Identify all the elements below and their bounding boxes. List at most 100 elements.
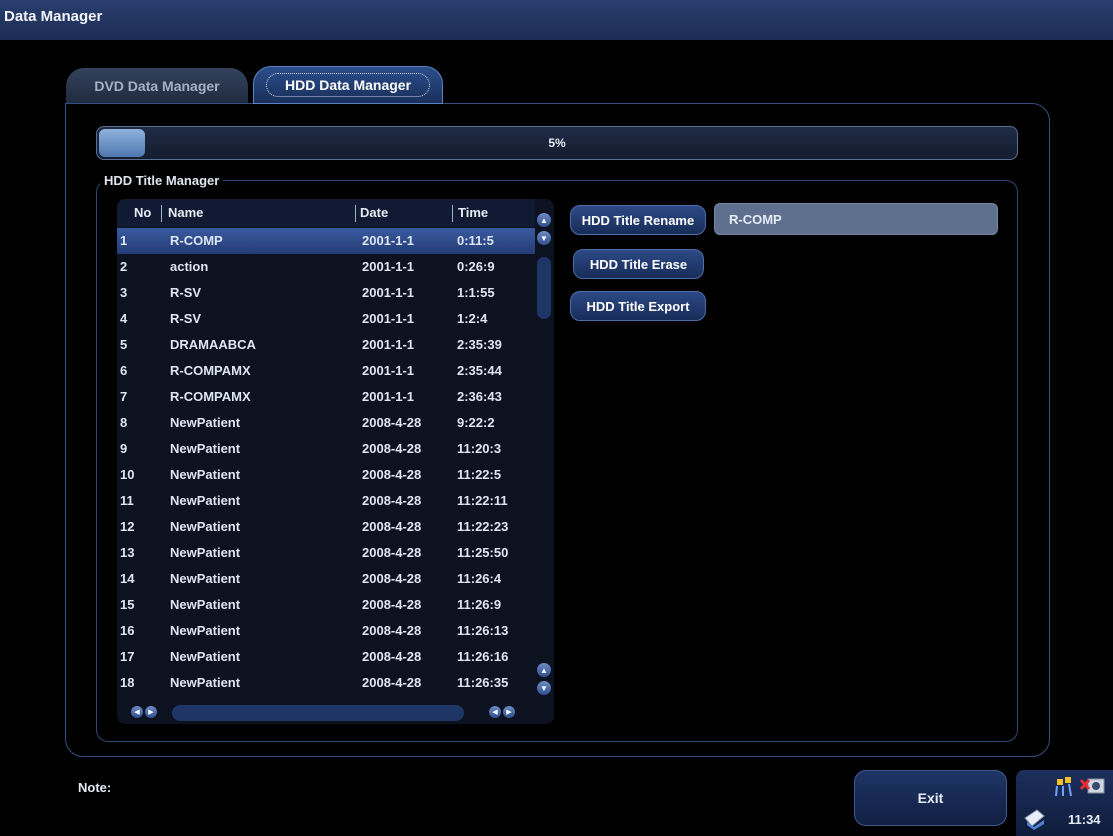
scroll-arrows[interactable]: ◀ ▶ [131,706,157,718]
column-header-date[interactable]: Date [360,205,388,220]
tab-label: DVD Data Manager [94,78,220,94]
scroll-up-icon[interactable]: ▲ [537,663,551,677]
title-table: No Name Date Time 1 R-COMP 2001-1-1 0:11:5 2… [117,199,554,724]
scroll-up-icon[interactable]: ▲ [537,213,551,227]
row-name: R-SV [170,311,202,326]
row-name: NewPatient [170,519,241,534]
row-time: 1:1:55 [457,285,495,300]
table-row[interactable]: 11 NewPatient 2008-4-28 11:22:11 [117,488,535,514]
table-row[interactable]: 6 R-COMPAMX 2001-1-1 2:35:44 [117,358,535,384]
row-name: R-SV [170,285,202,300]
scroll-thumb[interactable] [537,257,551,319]
scroll-right-icon[interactable]: ▶ [503,706,515,718]
table-row[interactable]: 4 R-SV 2001-1-1 1:2:4 [117,306,535,332]
row-time: 11:22:11 [457,493,508,508]
row-number: 6 [120,363,128,378]
network-icon[interactable] [1054,776,1078,798]
table-row[interactable]: 15 NewPatient 2008-4-28 11:26:9 [117,592,535,618]
printer-icon[interactable] [1022,806,1046,830]
column-header-no[interactable]: No [134,205,151,220]
row-name: NewPatient [170,649,241,664]
table-row[interactable]: 17 NewPatient 2008-4-28 11:26:16 [117,644,535,670]
row-date: 2008-4-28 [362,545,422,560]
table-row[interactable]: 8 NewPatient 2008-4-28 9:22:2 [117,410,535,436]
column-divider[interactable] [452,205,453,222]
row-number: 2 [120,259,128,274]
row-time: 0:11:5 [457,233,494,248]
table-row[interactable]: 9 NewPatient 2008-4-28 11:20:3 [117,436,535,462]
table-row[interactable]: 13 NewPatient 2008-4-28 11:25:50 [117,540,535,566]
row-date: 2008-4-28 [362,467,422,482]
row-date: 2008-4-28 [362,675,422,690]
row-date: 2001-1-1 [362,389,415,404]
table-row[interactable]: 10 NewPatient 2008-4-28 11:22:5 [117,462,535,488]
row-number: 14 [120,571,135,586]
table-row[interactable]: 1 R-COMP 2001-1-1 0:11:5 [117,228,535,254]
scroll-left-icon[interactable]: ◀ [489,706,501,718]
row-time: 2:35:44 [457,363,502,378]
row-name: DRAMAABCA [170,337,256,352]
row-time: 11:26:35 [457,675,509,690]
horizontal-scroll-thumb[interactable] [172,705,464,721]
row-date: 2001-1-1 [362,363,415,378]
row-number: 13 [120,545,135,560]
hdd-title-export-button[interactable]: HDD Title Export [570,291,706,321]
table-row[interactable]: 16 NewPatient 2008-4-28 11:26:13 [117,618,535,644]
column-header-time[interactable]: Time [458,205,488,220]
hdd-title-rename-button[interactable]: HDD Title Rename [570,205,706,235]
row-number: 10 [120,467,135,482]
vertical-scrollbar[interactable]: ▲ ▼ ▲ ▼ [535,209,553,695]
row-number: 4 [120,311,128,326]
scroll-down-icon[interactable]: ▼ [537,681,551,695]
scroll-arrows[interactable]: ◀ ▶ [489,706,515,718]
tab-hdd-data-manager[interactable]: HDD Data Manager [253,66,443,104]
media-icon[interactable] [1080,776,1106,798]
tab-label: HDD Data Manager [265,73,431,97]
column-divider[interactable] [355,205,356,222]
column-header-name[interactable]: Name [168,205,203,220]
tab-dvd-data-manager[interactable]: DVD Data Manager [66,68,248,104]
row-date: 2008-4-28 [362,415,422,430]
horizontal-scrollbar[interactable]: ◀ ▶ ◀ ▶ [117,702,554,724]
row-number: 16 [120,623,135,638]
row-time: 9:22:2 [457,415,495,430]
row-date: 2008-4-28 [362,493,422,508]
table-row[interactable]: 5 DRAMAABCA 2001-1-1 2:35:39 [117,332,535,358]
table-header: No Name Date Time [117,199,535,227]
row-time: 2:35:39 [457,337,502,352]
table-row[interactable]: 3 R-SV 2001-1-1 1:1:55 [117,280,535,306]
column-divider[interactable] [161,205,162,222]
row-number: 18 [120,675,135,690]
scroll-down-icon[interactable]: ▼ [537,231,551,245]
row-time: 1:2:4 [457,311,488,326]
hdd-title-erase-button[interactable]: HDD Title Erase [573,249,704,279]
row-date: 2001-1-1 [362,233,415,248]
rename-field[interactable] [714,203,998,235]
row-number: 17 [120,649,135,664]
row-name: NewPatient [170,623,241,638]
row-time: 11:25:50 [457,545,509,560]
window-title: Data Manager [4,8,103,25]
table-row[interactable]: 18 NewPatient 2008-4-28 11:26:35 [117,670,535,696]
row-name: NewPatient [170,675,241,690]
table-row[interactable]: 2 action 2001-1-1 0:26:9 [117,254,535,280]
scroll-left-icon[interactable]: ◀ [131,706,143,718]
row-number: 8 [120,415,128,430]
scroll-right-icon[interactable]: ▶ [145,706,157,718]
note-label: Note: [78,780,112,795]
exit-button[interactable]: Exit [854,770,1007,826]
progress-label: 5% [548,136,566,150]
row-time: 11:26:4 [457,571,502,586]
row-number: 1 [120,233,128,248]
table-row[interactable]: 14 NewPatient 2008-4-28 11:26:4 [117,566,535,592]
row-time: 2:36:43 [457,389,502,404]
table-row[interactable]: 7 R-COMPAMX 2001-1-1 2:36:43 [117,384,535,410]
row-name: NewPatient [170,467,241,482]
row-name: NewPatient [170,597,241,612]
row-time: 11:20:3 [457,441,502,456]
table-row[interactable]: 12 NewPatient 2008-4-28 11:22:23 [117,514,535,540]
title-bar: Data Manager [0,0,1113,40]
table-body: 1 R-COMP 2001-1-1 0:11:5 2 action 2001-1-1 0:26… [117,228,535,696]
row-time: 11:22:5 [457,467,502,482]
row-date: 2008-4-28 [362,441,422,456]
